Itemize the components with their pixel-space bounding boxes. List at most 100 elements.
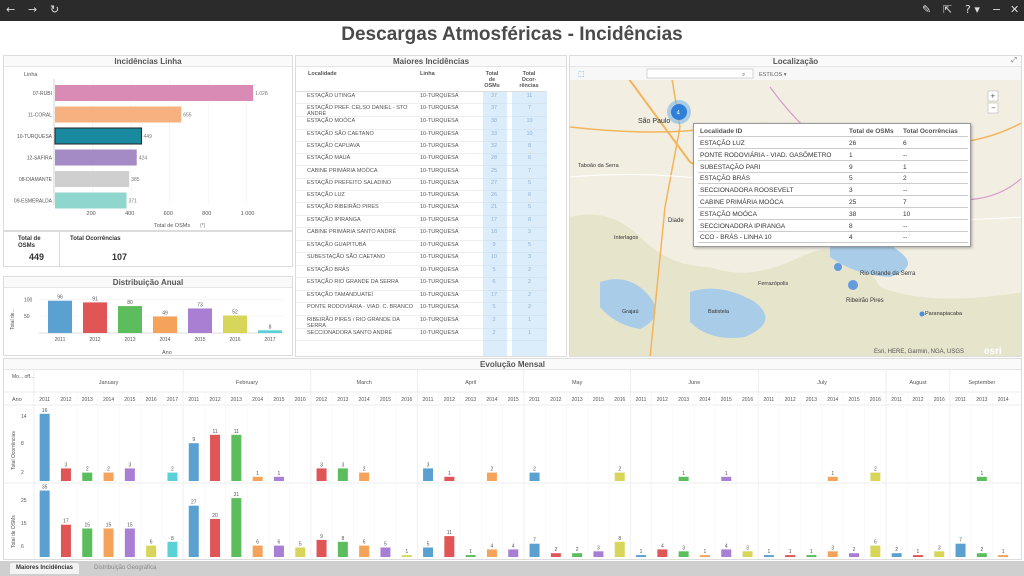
- location-marker[interactable]: [919, 311, 925, 317]
- table-row[interactable]: ESTAÇÃO MAUÁ10-TURQUESA286: [296, 154, 547, 167]
- bar[interactable]: [223, 315, 247, 333]
- bar-osm[interactable]: [146, 545, 157, 557]
- bar-osm[interactable]: [39, 490, 50, 558]
- bar-osm[interactable]: [423, 547, 434, 558]
- bar-occ[interactable]: [124, 468, 135, 481]
- bar-occ[interactable]: [39, 413, 50, 481]
- tab-maiores-incidencias[interactable]: Maiores Incidências: [10, 563, 80, 574]
- table-row[interactable]: ESTAÇÃO MOÓCA10-TURQUESA3810: [296, 117, 547, 130]
- bar-occ[interactable]: [721, 476, 732, 481]
- location-marker[interactable]: [834, 263, 842, 271]
- bar[interactable]: [55, 192, 127, 209]
- bar-osm[interactable]: [721, 549, 732, 557]
- table-row[interactable]: ESTAÇÃO UTINGA10-TURQUESA3711: [296, 92, 547, 105]
- header-linha[interactable]: Linha: [420, 71, 435, 77]
- bar-occ[interactable]: [316, 468, 327, 481]
- styles-dropdown[interactable]: ESTILOS ▾: [759, 72, 787, 78]
- bar-osm[interactable]: [295, 547, 306, 558]
- bar-osm[interactable]: [316, 539, 327, 557]
- bar-osm[interactable]: [210, 519, 221, 557]
- bar[interactable]: [55, 171, 130, 187]
- bar-occ[interactable]: [614, 472, 625, 481]
- bar-osm[interactable]: [444, 536, 455, 557]
- bar-occ[interactable]: [870, 472, 881, 481]
- close-icon[interactable]: ✕: [1010, 3, 1019, 17]
- bar[interactable]: [55, 149, 137, 166]
- share-icon[interactable]: ⇱: [943, 3, 952, 17]
- select-tool-icon[interactable]: ⬚: [578, 71, 585, 78]
- help-menu-icon[interactable]: ? ▾: [965, 3, 980, 17]
- bar-osm[interactable]: [934, 551, 945, 557]
- table-row[interactable]: ESTAÇÃO LUZ10-TURQUESA266: [296, 191, 547, 204]
- bar-occ[interactable]: [486, 472, 497, 481]
- bar-occ[interactable]: [976, 476, 987, 481]
- table-row[interactable]: ESTAÇÃO GUAPITUBA10-TURQUESA95: [296, 241, 547, 254]
- bar[interactable]: [153, 316, 177, 333]
- header-occ[interactable]: Total Ocor-rências: [516, 71, 542, 89]
- header-osm[interactable]: Total de OSMs: [482, 71, 502, 89]
- minimize-icon[interactable]: −: [992, 3, 1001, 17]
- bar-occ[interactable]: [337, 468, 348, 481]
- header-localidade[interactable]: Localidade: [308, 71, 337, 77]
- bar-occ[interactable]: [188, 443, 199, 481]
- bar[interactable]: [55, 106, 182, 123]
- bar-osm[interactable]: [699, 555, 710, 557]
- table-row[interactable]: ESTAÇÃO PREFEITO SALADINO10-TURQUESA275: [296, 179, 547, 192]
- table-row[interactable]: ESTAÇÃO TAMANDUATEÍ10-TURQUESA172: [296, 291, 547, 304]
- bar-occ[interactable]: [252, 476, 263, 481]
- bar-osm[interactable]: [763, 555, 774, 557]
- bar-occ[interactable]: [444, 476, 455, 481]
- bar-occ[interactable]: [167, 472, 178, 481]
- table-row[interactable]: PONTE RODOVIÁRIA - VIAD. C. BRANCO 10-TUR…: [296, 303, 547, 317]
- bar-osm[interactable]: [401, 555, 412, 557]
- table-row[interactable]: ESTAÇÃO SÃO CAETANO10-TURQUESA3310: [296, 130, 547, 142]
- table-row[interactable]: ESTAÇÃO IPIRANGA10-TURQUESA178: [296, 216, 547, 228]
- bar-osm[interactable]: [529, 543, 540, 557]
- table-row[interactable]: CABINE PRIMÁRIA MOÓCA10-TURQUESA257: [296, 167, 547, 179]
- bar-occ[interactable]: [82, 472, 93, 481]
- bar-osm[interactable]: [550, 553, 561, 557]
- bar-occ[interactable]: [60, 468, 71, 481]
- table-row[interactable]: ESTAÇÃO CAPUAVA10-TURQUESA328: [296, 142, 547, 155]
- bar-osm[interactable]: [636, 555, 647, 557]
- bar-osm[interactable]: [380, 547, 391, 558]
- table-row[interactable]: CABINE PRIMÁRIA SANTO ANDRÉ10-TURQUESA18…: [296, 228, 547, 241]
- table-row[interactable]: RIBEIRÃO PIRES / RIO GRANDE DA SERRA 10-T…: [296, 316, 547, 330]
- bar-osm[interactable]: [167, 541, 178, 557]
- table-row[interactable]: ESTAÇÃO RIO GRANDE DA SERRA10-TURQUESA62: [296, 278, 547, 291]
- bar-osm[interactable]: [912, 555, 923, 557]
- tab-distribuicao-geografica[interactable]: Distribuição Geográfica: [88, 563, 162, 574]
- table-row[interactable]: SECCIONADORA SANTO ANDRÉ10-TURQUESA21: [296, 329, 547, 342]
- bar-occ[interactable]: [231, 434, 242, 481]
- bar-osm[interactable]: [806, 555, 817, 557]
- bar-osm[interactable]: [359, 545, 370, 557]
- map-search-input[interactable]: [646, 68, 754, 79]
- table-row[interactable]: SUBESTAÇÃO SÃO CAETANO10-TURQUESA103: [296, 253, 547, 266]
- expand-icon[interactable]: ⤢: [1011, 57, 1017, 65]
- forward-icon[interactable]: →: [28, 3, 37, 17]
- bar-osm[interactable]: [849, 553, 860, 557]
- bar[interactable]: [48, 300, 72, 333]
- bar-occ[interactable]: [529, 472, 540, 481]
- bar-osm[interactable]: [188, 505, 199, 557]
- bar-osm[interactable]: [998, 555, 1009, 557]
- bar-osm[interactable]: [742, 551, 753, 557]
- back-icon[interactable]: ←: [6, 3, 15, 17]
- bar[interactable]: [188, 308, 212, 333]
- table-row[interactable]: ESTAÇÃO BRÁS10-TURQUESA52: [296, 266, 547, 278]
- reload-icon[interactable]: ↻: [50, 3, 59, 17]
- bar[interactable]: [54, 127, 143, 145]
- bar-occ[interactable]: [678, 476, 689, 481]
- bar-occ[interactable]: [827, 476, 838, 481]
- bar-osm[interactable]: [657, 549, 668, 557]
- bar-osm[interactable]: [231, 498, 242, 557]
- search-icon[interactable]: ⌕: [742, 72, 745, 78]
- bar-osm[interactable]: [955, 543, 966, 557]
- bar[interactable]: [258, 330, 282, 333]
- bar-osm[interactable]: [593, 551, 604, 557]
- bar-osm[interactable]: [785, 555, 796, 557]
- bar-osm[interactable]: [465, 555, 476, 557]
- bar-osm[interactable]: [252, 545, 263, 557]
- bar-osm[interactable]: [976, 553, 987, 557]
- table-row[interactable]: ESTAÇÃO PREF. CELSO DANIEL - STO ANDRÉ 10…: [296, 104, 547, 118]
